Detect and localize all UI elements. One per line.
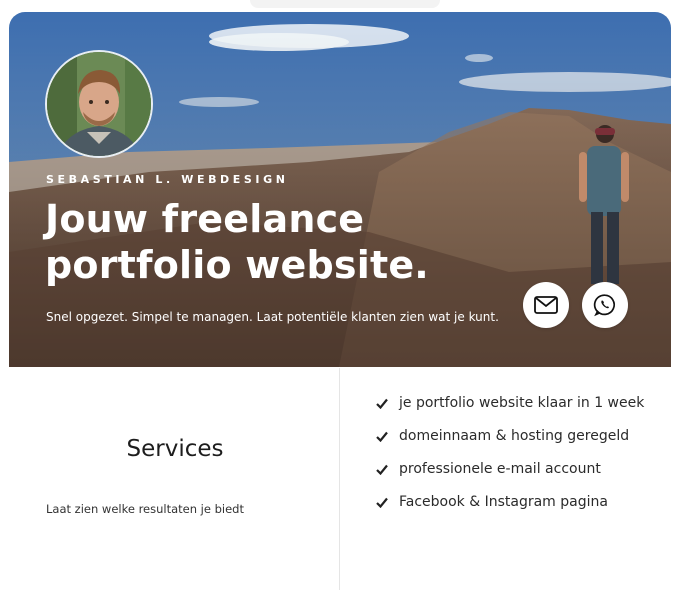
whatsapp-icon (593, 294, 616, 317)
email-button[interactable] (523, 282, 569, 328)
section-divider (339, 368, 340, 590)
feature-item: professionele e-mail account (376, 456, 646, 483)
hero-headline: Jouw freelance portfolio website. (45, 197, 429, 287)
services-subtitle: Laat zien welke resultaten je biedt (46, 502, 244, 516)
envelope-icon (534, 296, 558, 314)
brand-name: SEBASTIAN L. WEBDESIGN (46, 173, 289, 186)
hero-section: SEBASTIAN L. WEBDESIGN Jouw freelance po… (9, 12, 671, 367)
top-pill (250, 0, 440, 8)
check-icon (376, 497, 388, 508)
whatsapp-button[interactable] (582, 282, 628, 328)
check-icon (376, 464, 388, 475)
avatar (45, 50, 153, 158)
check-icon (376, 431, 388, 442)
services-title: Services (126, 436, 224, 462)
feature-item: je portfolio website klaar in 1 week (376, 390, 646, 417)
feature-text: je portfolio website klaar in 1 week (399, 395, 645, 411)
feature-text: professionele e-mail account (399, 461, 601, 477)
feature-list: je portfolio website klaar in 1 week dom… (376, 390, 646, 522)
feature-text: Facebook & Instagram pagina (399, 494, 608, 510)
feature-item: domeinnaam & hosting geregeld (376, 423, 646, 450)
feature-text: domeinnaam & hosting geregeld (399, 428, 630, 444)
feature-item: Facebook & Instagram pagina (376, 489, 646, 516)
page: SEBASTIAN L. WEBDESIGN Jouw freelance po… (0, 0, 680, 594)
hero-tagline: Snel opgezet. Simpel te managen. Laat po… (46, 310, 499, 324)
check-icon (376, 398, 388, 409)
